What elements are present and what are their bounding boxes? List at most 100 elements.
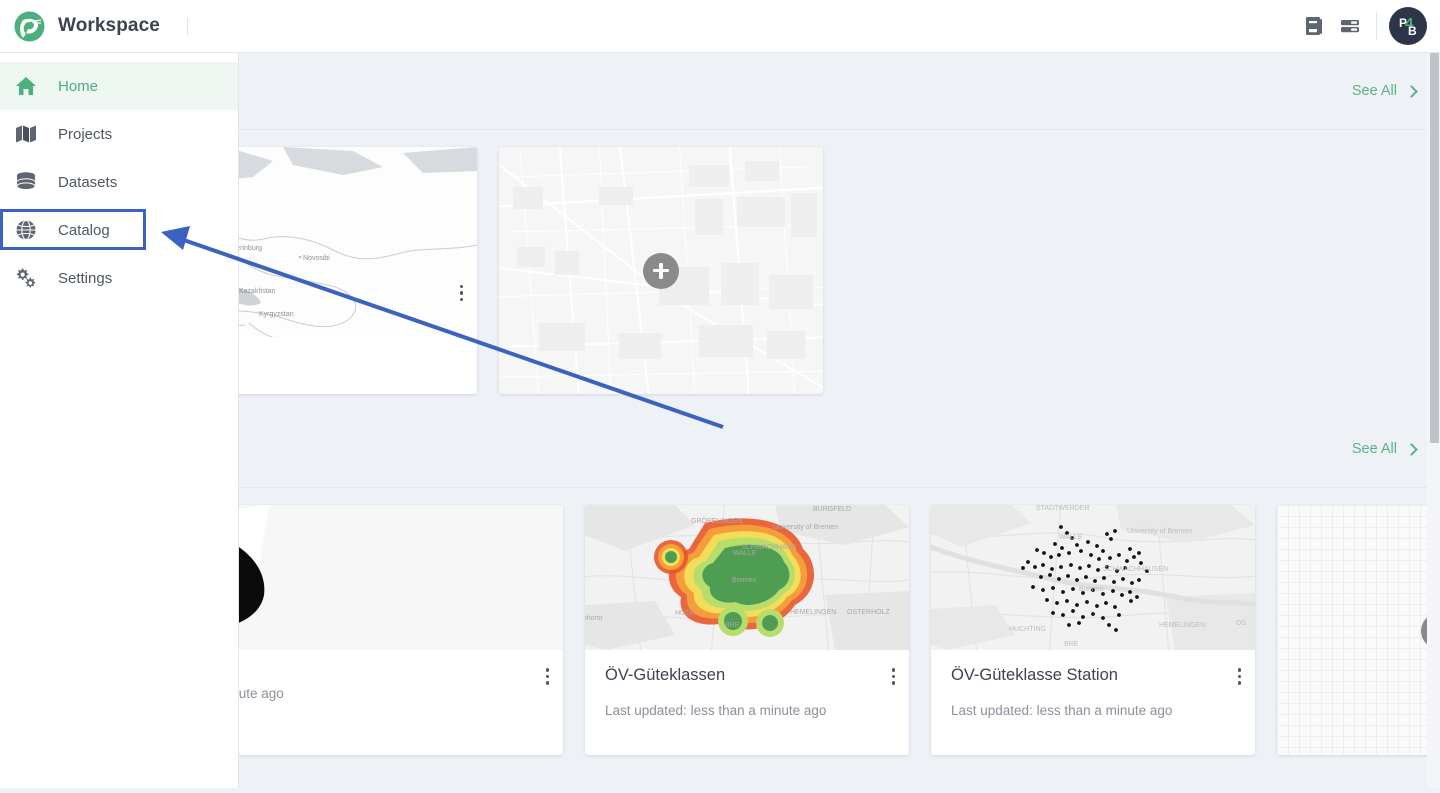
card-menu-button[interactable] <box>892 668 896 685</box>
see-all-projects-link[interactable]: See All <box>1352 83 1416 99</box>
avatar-letter-b: B <box>1408 24 1416 38</box>
svg-text:SCHWACHHAUSEN: SCHWACHHAUSEN <box>1103 566 1168 573</box>
chevron-right-icon <box>1405 443 1418 456</box>
scrollbar-thumb[interactable] <box>1430 53 1439 443</box>
projects-section-header: See All <box>239 53 1440 130</box>
svg-text:OS: OS <box>1236 620 1246 627</box>
vertical-scrollbar[interactable] <box>1427 53 1440 788</box>
svg-text:OSTERHOLZ: OSTERHOLZ <box>847 609 891 616</box>
home-icon <box>14 75 38 97</box>
card-menu-button[interactable] <box>1238 668 1242 685</box>
card-subtitle: Last updated: less than a minute ago <box>605 703 889 718</box>
sidebar-item-projects[interactable]: Projects <box>0 110 238 158</box>
svg-text:University of Bremen: University of Bremen <box>1127 528 1192 535</box>
parrot-logo-icon <box>14 11 45 42</box>
svg-text:HEMELINGEN: HEMELINGEN <box>790 609 836 616</box>
map-icon <box>14 124 38 144</box>
brand: Workspace <box>0 11 188 42</box>
sidebar-item-label: Datasets <box>58 174 117 191</box>
see-all-label: See All <box>1352 83 1397 99</box>
sidebar-item-catalog[interactable]: Catalog <box>0 206 238 254</box>
book-icon[interactable] <box>1296 8 1332 44</box>
sidebar-item-label: Catalog <box>58 222 110 239</box>
see-all-datasets-link[interactable]: See All <box>1352 441 1416 457</box>
sidebar-item-label: Home <box>58 78 98 95</box>
dataset-card-station[interactable]: STADTWERDER WALLE University of Bremen S… <box>931 505 1255 755</box>
sidebar-item-home[interactable]: Home <box>0 62 238 110</box>
svg-text:BRE: BRE <box>725 622 740 629</box>
chevron-right-icon <box>1405 85 1418 98</box>
svg-text:WALLE: WALLE <box>733 550 757 557</box>
svg-text:BRE: BRE <box>1064 641 1079 648</box>
card-menu-button[interactable] <box>460 285 464 302</box>
kebab-dot <box>546 675 550 679</box>
grid-pattern <box>1277 505 1440 755</box>
svg-text:SCHWACHHAUS: SCHWACHHAUS <box>741 544 797 551</box>
kebab-dot <box>460 298 464 302</box>
card-menu-button[interactable] <box>546 668 550 685</box>
svg-text:HUCHTING: HUCHTING <box>1009 626 1046 633</box>
header-actions: P 4 B <box>1296 7 1440 45</box>
kebab-dot <box>892 675 896 679</box>
main-content: See All <box>239 53 1440 788</box>
datasets-section-header: See All <box>239 411 1440 488</box>
header-divider <box>1376 12 1377 40</box>
globe-icon <box>14 219 38 241</box>
card-body: minute ago <box>239 650 563 701</box>
svg-text:Bremen: Bremen <box>732 577 757 584</box>
card-thumbnail <box>1277 505 1440 755</box>
kebab-dot <box>546 668 550 672</box>
sidebar: Home Projects Datasets <box>0 53 239 788</box>
list-rows-icon[interactable] <box>1332 8 1368 44</box>
see-all-label: See All <box>1352 441 1397 457</box>
card-thumbnail: STADTWERDER WALLE University of Bremen S… <box>931 505 1255 650</box>
card-title: ÖV-Güteklasse Station <box>951 666 1186 686</box>
svg-text:BURGFELD: BURGFELD <box>813 506 851 513</box>
card-subtitle: minute ago <box>239 686 543 701</box>
kebab-dot <box>892 668 896 672</box>
kebab-dot <box>1238 681 1242 685</box>
svg-text:WALLE: WALLE <box>1059 534 1083 541</box>
svg-text:HEMELINGEN: HEMELINGEN <box>1159 622 1205 629</box>
sidebar-item-settings[interactable]: Settings <box>0 254 238 302</box>
projects-card-row: Moscow Kazan Yekaterinburg Novosibi Kaza… <box>239 130 1440 394</box>
card-subtitle: Last updated: less than a minute ago <box>951 703 1235 718</box>
card-thumbnail <box>239 505 563 650</box>
card-thumbnail <box>499 147 823 394</box>
sidebar-item-datasets[interactable]: Datasets <box>0 158 238 206</box>
kebab-dot <box>460 285 464 289</box>
card-body: ÖV-Güteklassen Last updated: less than a… <box>585 650 909 718</box>
kebab-dot <box>460 291 464 295</box>
kebab-dot <box>892 681 896 685</box>
svg-text:University of Bremen: University of Bremen <box>773 524 838 531</box>
card-thumbnail: Moscow Kazan Yekaterinburg Novosibi Kaza… <box>239 147 477 394</box>
app-title: Workspace <box>58 15 160 37</box>
svg-text:Novosibi: Novosibi <box>303 255 330 262</box>
gears-icon <box>14 267 38 289</box>
dataset-card-guteklassen[interactable]: GRÖPELINGEN University of Bremen WALLE S… <box>585 505 909 755</box>
card-title: ÖV-Güteklassen <box>605 666 840 686</box>
card-thumbnail: GRÖPELINGEN University of Bremen WALLE S… <box>585 505 909 650</box>
add-project-button[interactable] <box>643 253 679 289</box>
card-body: ÖV-Güteklasse Station Last updated: less… <box>931 650 1255 718</box>
database-icon <box>14 171 38 193</box>
new-dataset-card[interactable] <box>1277 505 1440 755</box>
app-header: Workspace P 4 B <box>0 0 1440 53</box>
sidebar-item-label: Settings <box>58 270 112 287</box>
kebab-dot <box>1238 668 1242 672</box>
svg-text:Yekaterinburg: Yekaterinburg <box>239 245 262 252</box>
svg-text:Bremen: Bremen <box>1079 586 1104 593</box>
brand-divider <box>187 18 188 35</box>
datasets-card-row: minute ago <box>239 488 1440 755</box>
svg-text:Kazakhstan: Kazakhstan <box>239 288 276 295</box>
world-map-card[interactable]: Moscow Kazan Yekaterinburg Novosibi Kaza… <box>239 147 477 394</box>
new-project-card[interactable] <box>499 147 823 394</box>
svg-text:STADTWERDER: STADTWERDER <box>1036 505 1090 512</box>
dataset-card-partial[interactable]: minute ago <box>239 505 563 755</box>
svg-text:Kyrgyzstan: Kyrgyzstan <box>259 311 294 318</box>
sidebar-item-label: Projects <box>58 126 112 143</box>
avatar[interactable]: P 4 B <box>1389 7 1427 45</box>
svg-text:HUCH: HUCH <box>675 610 695 617</box>
kebab-dot <box>1238 675 1242 679</box>
svg-text:enhorst: enhorst <box>585 615 602 622</box>
